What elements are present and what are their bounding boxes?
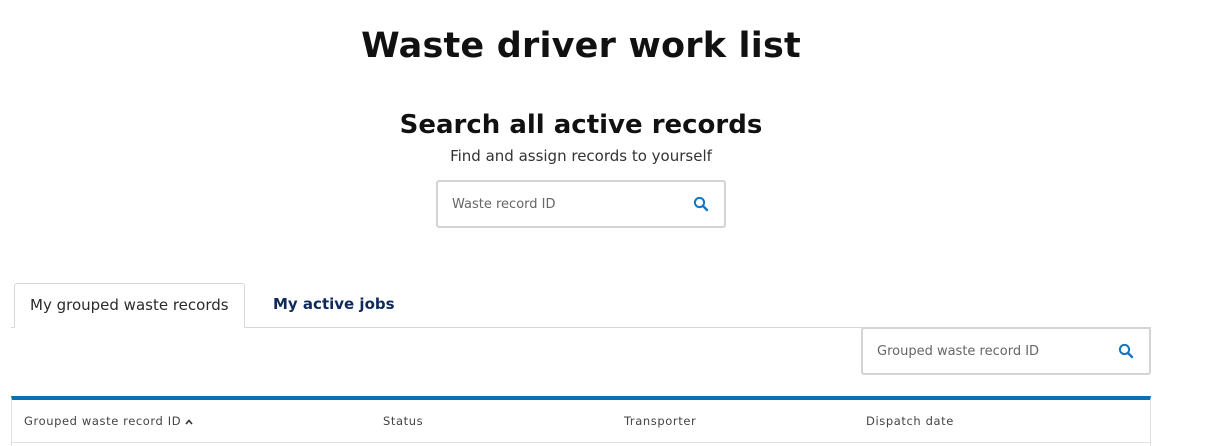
table-header: Grouped waste record ID Status Transport…: [12, 400, 1150, 443]
column-header-status: Status: [383, 414, 424, 428]
page-title: Waste driver work list: [361, 26, 801, 66]
page: Waste driver work list Search all active…: [0, 0, 1222, 446]
column-header-transporter: Transporter: [624, 414, 697, 428]
search-subheading: Find and assign records to yourself: [450, 147, 712, 165]
record-tabs: My grouped waste records My active jobs: [11, 283, 1151, 328]
chevron-up-icon: [185, 402, 193, 444]
column-header-label: Grouped waste record ID: [24, 414, 182, 428]
waste-record-search: [436, 180, 726, 228]
search-heading: Search all active records: [399, 110, 763, 140]
grouped-record-search-button[interactable]: [1115, 340, 1137, 362]
column-header-grouped-waste-record-id[interactable]: Grouped waste record ID: [24, 400, 193, 442]
grouped-records-table: Grouped waste record ID Status Transport…: [11, 396, 1151, 446]
search-icon: [693, 196, 709, 212]
grouped-record-search: [861, 327, 1151, 375]
waste-record-search-button[interactable]: [690, 193, 712, 215]
tab-my-active-jobs[interactable]: My active jobs: [273, 283, 395, 327]
grouped-waste-record-id-input[interactable]: [863, 329, 1149, 373]
column-header-dispatch-date: Dispatch date: [866, 414, 954, 428]
waste-record-id-input[interactable]: [438, 182, 724, 226]
tab-my-grouped-waste-records[interactable]: My grouped waste records: [14, 283, 245, 328]
search-icon: [1118, 343, 1134, 359]
